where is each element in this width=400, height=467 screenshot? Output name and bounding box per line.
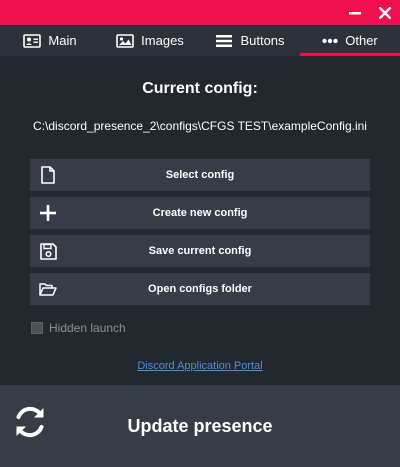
current-config-heading: Current config:	[142, 80, 258, 97]
discord-portal-link[interactable]: Discord Application Portal	[0, 360, 400, 372]
open-configs-folder-label: Open configs folder	[148, 283, 252, 295]
tab-other[interactable]: Other	[300, 25, 400, 56]
close-icon	[379, 6, 391, 19]
hidden-launch-checkbox[interactable]	[31, 322, 43, 334]
user-card-icon	[23, 33, 42, 48]
update-presence-label: Update presence	[127, 415, 273, 436]
open-configs-folder-button[interactable]: Open configs folder	[30, 273, 370, 305]
save-current-config-button[interactable]: Save current config	[30, 235, 370, 267]
save-current-config-label: Save current config	[148, 245, 252, 257]
image-icon	[116, 33, 134, 48]
select-config-label: Select config	[165, 169, 235, 181]
update-presence-button[interactable]: Update presence	[0, 385, 400, 467]
more-dots-icon	[322, 38, 338, 44]
create-new-config-label: Create new config	[152, 207, 248, 219]
close-button[interactable]	[370, 0, 400, 25]
tab-images-label: Images	[141, 33, 184, 48]
bars-icon	[215, 34, 233, 48]
minimize-button[interactable]	[340, 0, 370, 25]
hidden-launch-checkbox-row[interactable]: Hidden launch	[31, 320, 126, 336]
select-config-button[interactable]: Select config	[30, 159, 370, 191]
tab-main-label: Main	[48, 33, 77, 48]
config-path: C:\discord_presence_2\configs\CFGS TEST\…	[33, 119, 367, 133]
tab-images[interactable]: Images	[100, 25, 200, 56]
create-new-config-button[interactable]: Create new config	[30, 197, 370, 229]
hidden-launch-label: Hidden launch	[49, 321, 126, 335]
tab-bar: Main Images Buttons Other	[0, 25, 400, 56]
tab-other-label: Other	[345, 33, 378, 48]
tab-buttons-label: Buttons	[240, 33, 285, 48]
tab-buttons[interactable]: Buttons	[200, 25, 300, 56]
title-bar	[0, 0, 400, 25]
minimize-icon	[349, 11, 361, 14]
tab-main[interactable]: Main	[0, 25, 100, 56]
